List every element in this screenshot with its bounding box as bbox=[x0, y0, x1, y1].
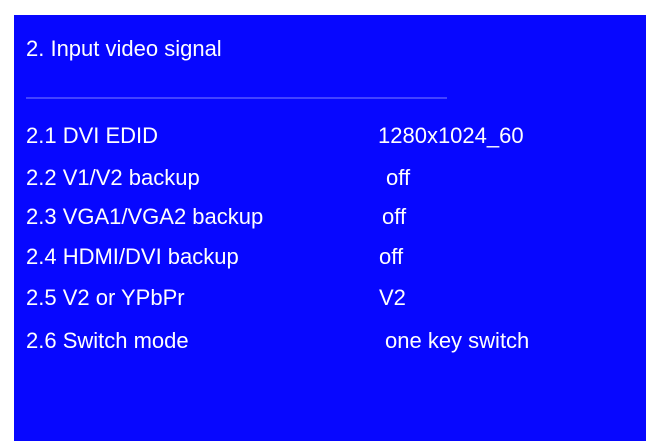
menu-item-switch-mode-value[interactable]: one key switch bbox=[385, 330, 529, 352]
menu-item-hdmi-dvi-backup-label[interactable]: 2.4 HDMI/DVI backup bbox=[26, 246, 239, 268]
menu-item-v2-or-ypbpr-value[interactable]: V2 bbox=[379, 287, 406, 309]
menu-item-dvi-edid-label[interactable]: 2.1 DVI EDID bbox=[26, 125, 158, 147]
menu-item-dvi-edid-value[interactable]: 1280x1024_60 bbox=[378, 125, 524, 147]
menu-item-hdmi-dvi-backup-value[interactable]: off bbox=[379, 246, 403, 268]
menu-item-vga1-vga2-backup-value[interactable]: off bbox=[382, 206, 406, 228]
menu-item-switch-mode-label[interactable]: 2.6 Switch mode bbox=[26, 330, 189, 352]
menu-item-v1-v2-backup-value[interactable]: off bbox=[386, 167, 410, 189]
menu-title: 2. Input video signal bbox=[26, 36, 222, 61]
menu-item-v1-v2-backup-label[interactable]: 2.2 V1/V2 backup bbox=[26, 167, 200, 189]
menu-item-vga1-vga2-backup-label[interactable]: 2.3 VGA1/VGA2 backup bbox=[26, 206, 263, 228]
osd-menu-screen: 2. Input video signal ——————————————————… bbox=[14, 15, 646, 441]
title-divider: —————————————————————————————— bbox=[26, 89, 447, 106]
menu-item-v2-or-ypbpr-label[interactable]: 2.5 V2 or YPbPr bbox=[26, 287, 185, 309]
